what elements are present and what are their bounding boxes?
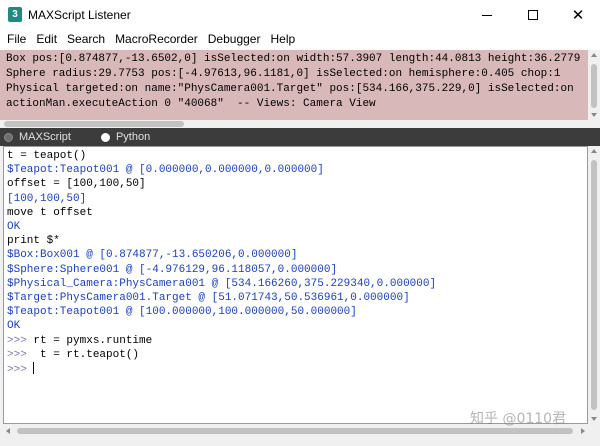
listener-line: >>> t = rt.teapot() [4, 348, 587, 362]
minimize-button[interactable] [464, 0, 510, 30]
listener-line: >>> [4, 362, 587, 377]
scroll-thumb[interactable] [591, 64, 597, 108]
macro-line: Physical targeted:on name:"PhysCamera001… [6, 83, 574, 95]
scroll-down-arrow-icon[interactable] [591, 417, 597, 421]
text-cursor [33, 362, 35, 375]
listener-line: t = teapot() [4, 149, 587, 163]
listener-line-text: [100,100,50] [7, 192, 87, 205]
listener-line: $Physical_Camera:PhysCamera001 @ [534.16… [4, 277, 587, 291]
tab-label: MAXScript [19, 131, 71, 143]
listener-line-text: OK [7, 320, 21, 333]
macro-line: actionMan.executeAction 0 "40068" -- Vie… [6, 98, 376, 110]
listener-line-text: $Box:Box001 @ [0.874877,-13.650206,0.000… [7, 249, 298, 262]
macro-recorder-pane[interactable]: Box pos:[0.874877,-13.6502,0] isSelected… [0, 50, 588, 120]
language-tab-bar: MAXScript Python [0, 128, 600, 146]
scroll-left-arrow-icon[interactable] [6, 428, 10, 434]
listener-line-text: t = rt.teapot() [33, 348, 140, 361]
listener-line: move t offset [4, 206, 587, 220]
listener-vertical-scrollbar[interactable] [588, 146, 600, 424]
tab-maxscript[interactable]: MAXScript [4, 131, 71, 143]
python-prompt: >>> [7, 348, 34, 361]
listener-line: $Sphere:Sphere001 @ [-4.976129,96.118057… [4, 263, 587, 277]
tab-python[interactable]: Python [100, 131, 151, 143]
listener-line: offset = [100,100,50] [4, 177, 587, 191]
title-bar[interactable]: 3 MAXScript Listener ✕ [0, 0, 600, 30]
listener-line: OK [4, 220, 587, 234]
listener-output-pane[interactable]: t = teapot() $Teapot:Teapot001 @ [0.00000… [3, 146, 588, 424]
listener-line: [100,100,50] [4, 192, 587, 206]
listener-line-text: rt = pymxs.runtime [33, 334, 153, 347]
menu-search[interactable]: Search [60, 30, 105, 50]
minimize-icon [482, 14, 492, 16]
listener-line: print $* [4, 234, 587, 248]
tab-label: Python [115, 131, 151, 143]
python-prompt: >>> [7, 334, 34, 347]
scroll-right-arrow-icon[interactable] [581, 428, 585, 434]
scroll-thumb[interactable] [4, 121, 184, 127]
listener-line-text: $Target:PhysCamera001.Target @ [51.07174… [7, 292, 410, 305]
menu-file[interactable]: File [0, 30, 26, 50]
listener-line: >>> rt = pymxs.runtime [4, 334, 587, 348]
listener-line-text: offset = [100,100,50] [7, 178, 146, 191]
scroll-up-arrow-icon[interactable] [591, 149, 597, 153]
listener-line: $Target:PhysCamera001.Target @ [51.07174… [4, 291, 587, 305]
listener-line: OK [4, 319, 587, 333]
watermark: 知乎 @0110君 [470, 411, 567, 427]
listener-line: $Box:Box001 @ [0.874877,-13.650206,0.000… [4, 248, 587, 262]
scroll-thumb[interactable] [17, 428, 573, 434]
app-icon: 3 [8, 7, 22, 22]
scroll-down-arrow-icon[interactable] [591, 113, 597, 117]
maximize-icon [528, 10, 538, 20]
scroll-up-arrow-icon[interactable] [591, 53, 597, 57]
radio-selected-icon [100, 132, 110, 142]
python-prompt: >>> [7, 364, 34, 377]
listener-line: $Teapot:Teapot001 @ [0.000000,0.000000,0… [4, 163, 587, 177]
maxscript-listener-window: 3 MAXScript Listener ✕ File Edit Search … [0, 0, 600, 446]
radio-icon [4, 132, 13, 142]
macro-horizontal-scrollbar[interactable] [0, 120, 588, 128]
menu-macrorecorder[interactable]: MacroRecorder [108, 30, 198, 50]
macro-vertical-scrollbar[interactable] [588, 50, 600, 120]
maximize-button[interactable] [510, 0, 556, 30]
close-icon: ✕ [571, 5, 585, 24]
listener-line-text: move t offset [7, 206, 93, 219]
menu-bar: File Edit Search MacroRecorder Debugger … [0, 30, 600, 50]
scroll-thumb[interactable] [591, 160, 597, 410]
listener-line-text: $Sphere:Sphere001 @ [-4.976129,96.118057… [7, 263, 338, 276]
menu-edit[interactable]: Edit [29, 30, 57, 50]
menu-debugger[interactable]: Debugger [201, 30, 261, 50]
listener-line-text: $Physical_Camera:PhysCamera001 @ [534.16… [7, 277, 437, 290]
menu-help[interactable]: Help [263, 30, 295, 50]
listener-line: $Teapot:Teapot001 @ [100.000000,100.0000… [4, 305, 587, 319]
macro-line: Sphere radius:29.7753 pos:[-4.97613,96.1… [6, 68, 561, 80]
close-button[interactable]: ✕ [555, 0, 600, 30]
listener-line-text: OK [7, 221, 21, 234]
window-title: MAXScript Listener [28, 8, 131, 22]
listener-line-text: $Teapot:Teapot001 @ [100.000000,100.0000… [7, 306, 357, 319]
macro-line: Box pos:[0.874877,-13.6502,0] isSelected… [6, 53, 581, 65]
listener-line-text: $Teapot:Teapot001 @ [0.000000,0.000000,0… [7, 164, 324, 177]
listener-line-text: t = teapot() [7, 150, 87, 162]
listener-line-text: print $* [7, 235, 60, 248]
